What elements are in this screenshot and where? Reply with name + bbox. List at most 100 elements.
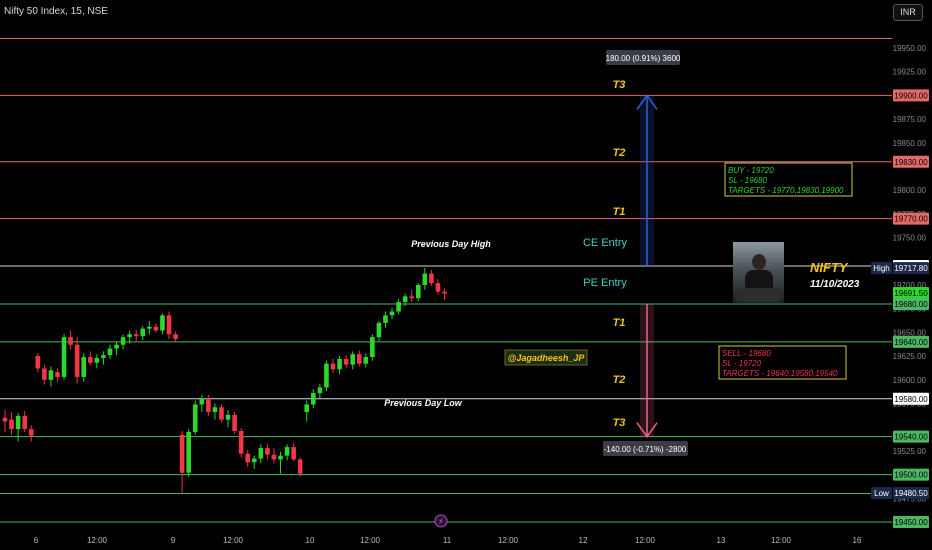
candle-body bbox=[22, 415, 27, 430]
price-badge-text: 19500.00 bbox=[894, 471, 928, 480]
candle-body bbox=[9, 419, 14, 430]
time-tick: 12:00 bbox=[771, 536, 792, 545]
price-tick: 19850.00 bbox=[893, 139, 927, 148]
buy-box-line: TARGETS - 19770,19830,19900 bbox=[728, 186, 844, 195]
candle-body bbox=[147, 326, 152, 329]
buy-box-line: SL - 19680 bbox=[728, 176, 768, 185]
handle-text: @Jagadheesh_JP bbox=[508, 353, 586, 363]
flash-glyph: ⚡ bbox=[438, 517, 444, 526]
time-tick: 12:00 bbox=[498, 536, 519, 545]
candle-body bbox=[265, 448, 270, 455]
price-tick: 19875.00 bbox=[893, 115, 927, 124]
candle-body bbox=[81, 357, 87, 377]
candle-body bbox=[225, 414, 231, 420]
time-tick: 12:00 bbox=[635, 536, 656, 545]
candle-body bbox=[114, 344, 119, 349]
measure-down-text: -140.00 (-0.71%) -2800 bbox=[604, 445, 687, 454]
candle-body bbox=[133, 334, 139, 337]
price-badge-text: 19580.00 bbox=[894, 395, 928, 404]
time-tick: 9 bbox=[171, 536, 176, 545]
previous-day-high-label: Previous Day High bbox=[411, 239, 491, 249]
price-badge-text: 19480.50 bbox=[894, 489, 928, 498]
price-tick: 19750.00 bbox=[893, 234, 927, 243]
candle-body bbox=[245, 453, 251, 463]
candle-body bbox=[192, 404, 198, 432]
candle-body bbox=[48, 370, 54, 380]
currency-button[interactable]: INR bbox=[893, 4, 923, 21]
candle-body bbox=[94, 357, 100, 363]
time-tick: 12:00 bbox=[223, 536, 244, 545]
sell-box-line: SL - 19720 bbox=[722, 359, 762, 368]
candle-body bbox=[396, 302, 401, 312]
candle-body bbox=[2, 417, 8, 422]
candle-body bbox=[140, 328, 146, 337]
candle-body bbox=[311, 393, 316, 405]
t2-down-label: T2 bbox=[613, 374, 626, 386]
candle-body bbox=[291, 447, 296, 460]
candle-body bbox=[402, 296, 408, 303]
time-tick: 16 bbox=[853, 536, 862, 545]
candle-body bbox=[415, 285, 421, 299]
t1-down-label: T1 bbox=[613, 317, 626, 329]
time-tick: 12 bbox=[579, 536, 588, 545]
previous-day-low-label: Previous Day Low bbox=[384, 398, 463, 408]
candle-body bbox=[422, 273, 428, 285]
sell-box-line: SELL - 19680 bbox=[722, 349, 771, 358]
candle-body bbox=[68, 337, 73, 345]
candle-body bbox=[258, 448, 264, 459]
candle-body bbox=[343, 358, 349, 365]
price-tick: 19800.00 bbox=[893, 186, 927, 195]
price-axis-bg bbox=[892, 0, 932, 550]
candle-body bbox=[363, 357, 369, 364]
candle-body bbox=[442, 291, 447, 294]
price-tag-text: High bbox=[873, 264, 889, 273]
candle-body bbox=[28, 429, 34, 436]
price-tick: 19600.00 bbox=[893, 376, 927, 385]
candle-body bbox=[87, 357, 93, 363]
candle-body bbox=[317, 387, 323, 394]
nifty-label: NIFTY bbox=[810, 260, 848, 275]
candle-body bbox=[166, 315, 172, 335]
candle-body bbox=[153, 326, 159, 331]
price-badge-text: 19680.00 bbox=[894, 300, 928, 309]
buy-box-line: BUY - 19720 bbox=[728, 166, 774, 175]
candle-body bbox=[370, 337, 375, 358]
price-badge-text: 19640.00 bbox=[894, 338, 928, 347]
price-tick: 19950.00 bbox=[893, 44, 927, 53]
candle-body bbox=[251, 458, 257, 463]
candle-body bbox=[120, 337, 126, 345]
price-badge-text: 19540.00 bbox=[894, 433, 928, 442]
candle-body bbox=[127, 334, 132, 338]
candle-body bbox=[206, 398, 211, 413]
candle-body bbox=[389, 311, 395, 316]
photo-body bbox=[745, 270, 773, 290]
price-tag-text: Low bbox=[874, 489, 889, 498]
candle-body bbox=[74, 344, 80, 377]
time-axis: ⚡ 6 12:00 9 12:00 10 12:00 11 12:00 12 12:00 13 12:0… bbox=[34, 514, 862, 545]
candle-body bbox=[186, 431, 191, 473]
candle-body bbox=[160, 315, 165, 331]
price-badge-text: 19830.00 bbox=[894, 158, 928, 167]
time-tick: 11 bbox=[443, 536, 452, 545]
time-tick: 6 bbox=[34, 536, 39, 545]
photo-bike bbox=[735, 288, 782, 302]
candle-body bbox=[429, 273, 434, 284]
candle-body bbox=[232, 414, 237, 431]
time-tick: 12:00 bbox=[360, 536, 381, 545]
t3-down-label: T3 bbox=[613, 417, 626, 429]
candle-body bbox=[55, 372, 60, 377]
candle-body bbox=[42, 368, 47, 380]
time-tick: 10 bbox=[306, 536, 315, 545]
chart[interactable]: Previous Day High Previous Day Low CE Entr… bbox=[0, 0, 932, 550]
measure-up-text: 180.00 (0.91%) 3600 bbox=[606, 54, 681, 63]
candle-body bbox=[350, 354, 355, 365]
candle-body bbox=[409, 296, 415, 299]
t1-up-label: T1 bbox=[613, 206, 626, 218]
t2-up-label: T2 bbox=[613, 147, 626, 159]
price-tick: 19525.00 bbox=[893, 447, 927, 456]
candle-body bbox=[304, 404, 310, 413]
candle-body bbox=[199, 398, 205, 405]
price-badge-text: 19691.50 bbox=[894, 289, 928, 298]
candle-body bbox=[297, 459, 303, 474]
candle-body bbox=[284, 447, 290, 456]
